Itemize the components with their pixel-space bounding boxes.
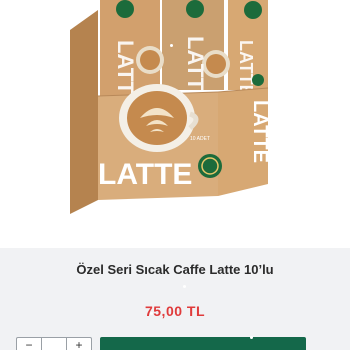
quantity-stepper[interactable]: − + bbox=[16, 337, 92, 350]
count-label: 10 ADET bbox=[190, 136, 210, 142]
add-to-cart-button[interactable] bbox=[100, 337, 306, 350]
sparkle-icon bbox=[150, 312, 153, 315]
decrease-button[interactable]: − bbox=[17, 338, 41, 350]
stick-logo-icon bbox=[244, 1, 262, 19]
product-image[interactable]: LATTE LATTE LATTE 10 ADET LATTE LATTE bbox=[0, 0, 350, 248]
stick-logo-icon bbox=[116, 0, 134, 18]
increase-button[interactable]: + bbox=[67, 338, 91, 350]
sparkle-icon bbox=[183, 285, 186, 288]
sparkle-icon bbox=[250, 336, 253, 339]
box-brand-text: LATTE bbox=[98, 158, 192, 191]
box-left-side bbox=[70, 10, 98, 214]
brand-logo-icon bbox=[252, 74, 264, 86]
box-side-text: LATTE bbox=[249, 100, 271, 163]
sparkle-icon bbox=[170, 44, 173, 47]
product-price: 75,00 TL bbox=[144, 303, 206, 319]
stick-logo-icon bbox=[186, 0, 204, 18]
quantity-value[interactable] bbox=[41, 338, 67, 350]
stick-text: LATTE bbox=[236, 40, 256, 97]
product-page: LATTE LATTE LATTE 10 ADET LATTE LATTE Öz… bbox=[0, 0, 350, 350]
product-info: Özel Seri Sıcak Caffe Latte 10’lu 75,00 … bbox=[0, 248, 350, 350]
latte-box-illustration: LATTE LATTE LATTE 10 ADET LATTE LATTE bbox=[70, 0, 271, 214]
product-title: Özel Seri Sıcak Caffe Latte 10’lu bbox=[76, 262, 274, 277]
